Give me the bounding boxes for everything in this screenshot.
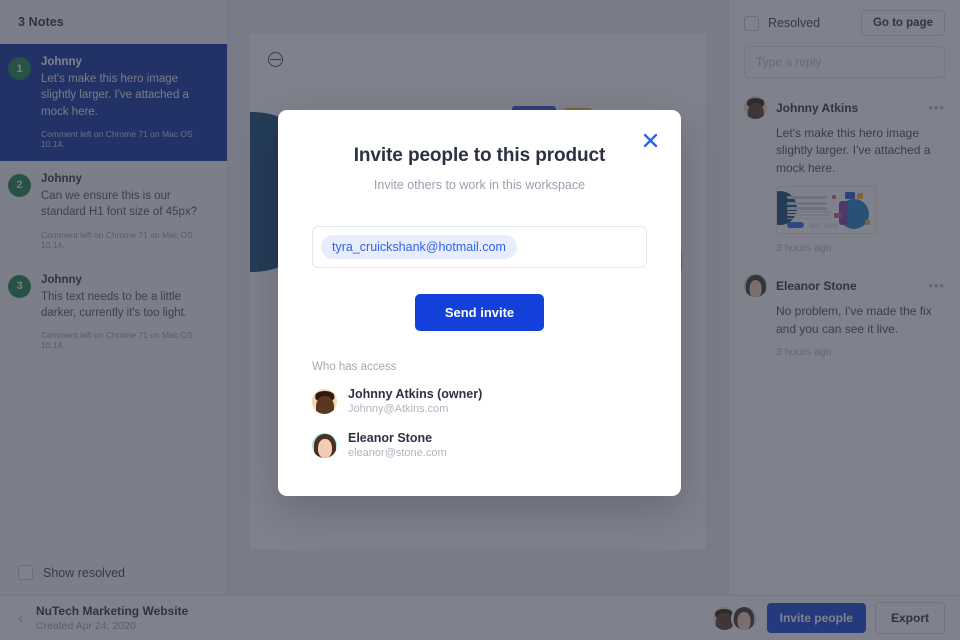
invite-email-input[interactable]: tyra_cruickshank@hotmail.com [312, 226, 647, 268]
access-list-item[interactable]: Eleanor Stone eleanor@stone.com [312, 431, 647, 459]
close-icon[interactable] [641, 131, 659, 149]
modal-subtitle: Invite others to work in this workspace [312, 178, 647, 192]
avatar [312, 389, 337, 414]
avatar [312, 433, 337, 458]
access-user-email: Johnny@Atkins.com [348, 403, 482, 415]
who-has-access-label: Who has access [312, 361, 647, 373]
send-invite-row: Send invite [312, 294, 647, 331]
access-item-text: Johnny Atkins (owner) Johnny@Atkins.com [348, 387, 482, 415]
access-user-name: Johnny Atkins (owner) [348, 387, 482, 401]
send-invite-button[interactable]: Send invite [415, 294, 544, 331]
access-user-name: Eleanor Stone [348, 431, 447, 445]
modal-title: Invite people to this product [312, 110, 647, 167]
invite-people-modal: Invite people to this product Invite oth… [278, 110, 681, 496]
email-chip[interactable]: tyra_cruickshank@hotmail.com [321, 235, 517, 259]
access-list: Johnny Atkins (owner) Johnny@Atkins.com … [312, 387, 647, 459]
access-user-email: eleanor@stone.com [348, 447, 447, 459]
access-list-item[interactable]: Johnny Atkins (owner) Johnny@Atkins.com [312, 387, 647, 415]
access-item-text: Eleanor Stone eleanor@stone.com [348, 431, 447, 459]
